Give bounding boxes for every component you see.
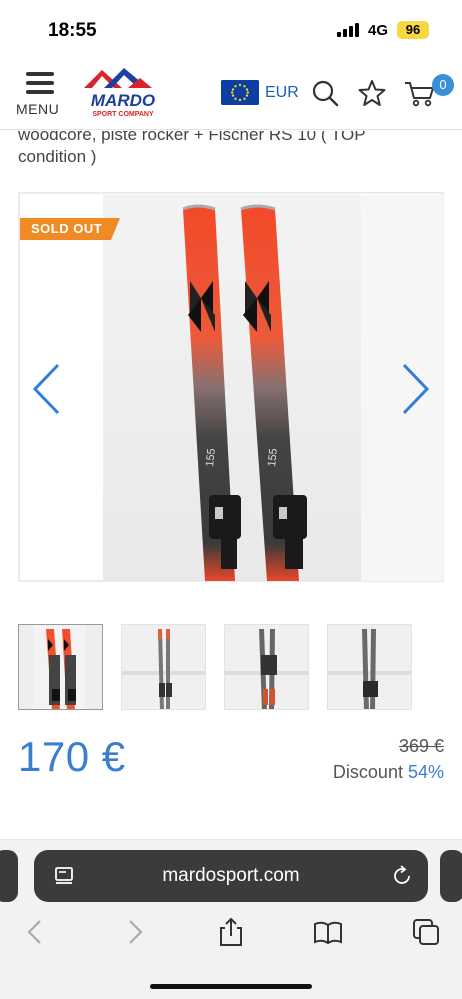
- status-bar: 18:55 4G 96: [0, 0, 462, 60]
- previous-tab-preview[interactable]: [0, 850, 18, 902]
- discount-label: Discount: [332, 762, 403, 782]
- thumbnail-4[interactable]: [327, 624, 412, 710]
- discount-value: 54%: [407, 762, 444, 782]
- bookmarks-icon[interactable]: [312, 916, 344, 948]
- forward-icon[interactable]: [118, 916, 150, 948]
- next-tab-preview[interactable]: [440, 850, 462, 902]
- thumbnail-2[interactable]: [121, 624, 206, 710]
- thumbnail-1[interactable]: [18, 624, 103, 710]
- chevron-left-icon[interactable]: [30, 362, 64, 416]
- menu-label: MENU: [16, 101, 60, 117]
- url-text: mardosport.com: [162, 865, 300, 886]
- product-gallery[interactable]: 155 155 SOLD OUT: [18, 192, 444, 582]
- mardo-logo[interactable]: MARDO SPORT COMPANY: [78, 66, 168, 122]
- hamburger-icon: [26, 72, 54, 99]
- tabs-icon[interactable]: [410, 916, 442, 948]
- signal-icon: [337, 23, 361, 37]
- logo-subtext: SPORT COMPANY: [92, 111, 154, 118]
- back-icon[interactable]: [20, 916, 52, 948]
- currency-selector[interactable]: EUR: [265, 84, 299, 102]
- sold-out-badge: SOLD OUT: [20, 218, 120, 240]
- cart-count-badge: 0: [432, 74, 454, 96]
- chevron-right-icon[interactable]: [398, 362, 432, 416]
- product-title-line2: condition ): [18, 147, 97, 166]
- thumbnail-strip: [0, 624, 462, 710]
- reload-icon[interactable]: [390, 864, 414, 888]
- product-photo: 155 155: [103, 195, 361, 581]
- price: 170 €: [18, 733, 126, 780]
- battery-icon: 96: [397, 21, 429, 39]
- logo-text: MARDO: [91, 91, 155, 110]
- thumbnail-3[interactable]: [224, 624, 309, 710]
- ski-length-label-left: 155: [204, 448, 218, 468]
- thumbnail-4-image: [328, 625, 411, 709]
- address-bar[interactable]: mardosport.com: [34, 850, 428, 902]
- thumbnail-1-image: [19, 625, 102, 709]
- product-title: woodcore, piste rocker + Fischer RS 10 (…: [18, 131, 438, 168]
- home-indicator: [150, 984, 312, 989]
- product-title-line1: woodcore, piste rocker + Fischer RS 10 (…: [18, 131, 366, 144]
- site-header: MENU MARDO SPORT COMPANY EUR 0: [0, 60, 462, 130]
- thumbnail-2-image: [122, 625, 205, 709]
- star-icon[interactable]: [358, 79, 386, 107]
- network-label: 4G: [368, 22, 389, 39]
- eu-flag-icon[interactable]: [221, 80, 259, 105]
- old-price: 369 €: [398, 736, 444, 756]
- share-icon[interactable]: [215, 916, 247, 948]
- search-icon[interactable]: [311, 79, 339, 107]
- ski-length-label-right: 155: [266, 448, 280, 468]
- browser-toolbar: mardosport.com: [0, 840, 462, 999]
- skis-image: 155 155: [182, 204, 307, 581]
- status-time: 18:55: [48, 20, 97, 41]
- thumbnail-3-image: [225, 625, 308, 709]
- menu-button[interactable]: MENU: [16, 70, 66, 120]
- discount: Discount 54%: [333, 762, 444, 783]
- title-container: woodcore, piste rocker + Fischer RS 10 (…: [0, 131, 462, 179]
